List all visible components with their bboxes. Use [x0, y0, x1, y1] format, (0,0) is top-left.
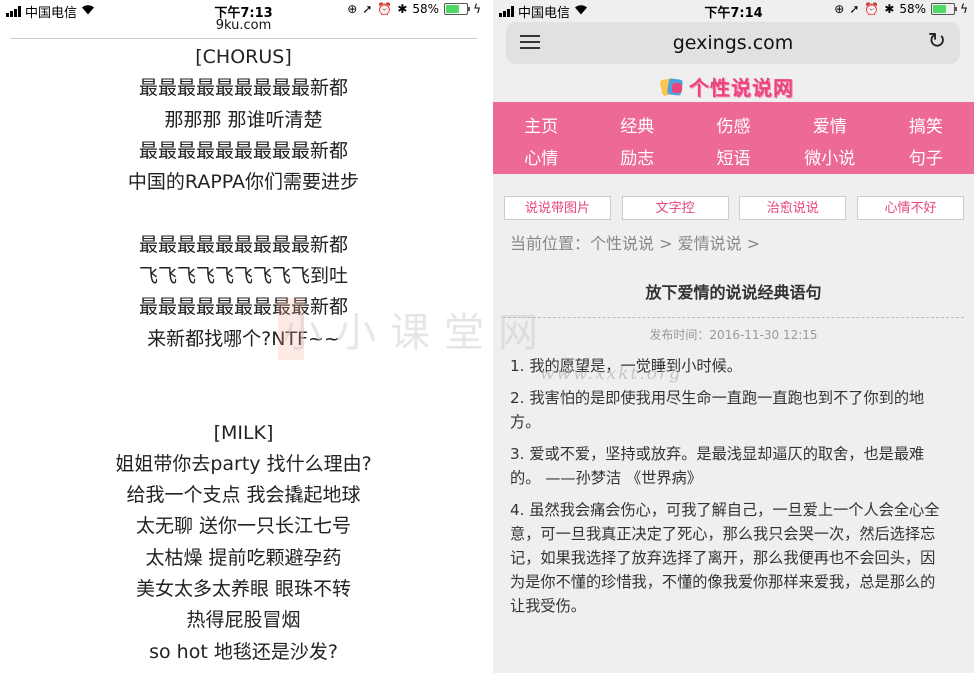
bluetooth-icon: ✱	[397, 2, 408, 16]
lyric-line: [MILK]	[213, 421, 274, 444]
site-header: 个性说说网	[493, 68, 974, 102]
publish-date: 发布时间：2016-11-30 12:15	[649, 328, 818, 342]
nav-row-1: 主页 经典 伤感 爱情 搞笑	[493, 108, 974, 140]
lyric-line: 给我一个支点 我会撬起地球	[126, 484, 361, 507]
lyrics-content: [CHORUS] 最最最最最最最最最新都 那那那 那谁听清楚 最最最最最最最最最新都中…	[0, 39, 487, 668]
address-bar[interactable]: gexings.com ↻	[506, 22, 960, 64]
article-paragraph: 2. 我害怕的是即使我用尽生命一直跑一直跑也到不了你到的地方。	[510, 389, 925, 431]
site-name: 个性说说网	[689, 76, 794, 100]
article-body: 1. 我的愿望是，一觉睡到小时候。 2. 我害怕的是即使我用尽生命一直跑一直跑也到…	[510, 354, 950, 618]
status-bar: 中国电信 下午7:13 ⊕ ➚ ⏰ ✱ 58% ϟ	[0, 0, 487, 21]
charging-icon: ϟ	[473, 2, 481, 16]
nav-item[interactable]: 微小说	[782, 144, 878, 169]
reload-icon[interactable]: ↻	[928, 29, 946, 54]
nav-item[interactable]: 句子	[878, 144, 974, 169]
breadcrumb: 当前位置：个性说说 > 爱情说说 >	[510, 234, 761, 253]
left-screen: 中国电信 下午7:13 ⊕ ➚ ⏰ ✱ 58% ϟ 9ku.com [CHORU…	[0, 0, 487, 673]
lyric-line: 最最最最最最最最最新都	[138, 233, 348, 256]
alarm-icon: ⏰	[864, 2, 880, 16]
lyric-blank	[0, 198, 487, 229]
article-paragraph: 3. 爱或不爱，坚持或放弃。是最浅显却逼仄的取舍，也是最难的。 ——孙梦洁 《世…	[510, 445, 925, 487]
nav-item[interactable]: 主页	[493, 112, 589, 137]
lyric-blank	[0, 355, 487, 386]
lyric-line: 最最最最最最最最最新都	[138, 139, 348, 162]
lyric-line: 太无聊 送你一只长江七号	[135, 515, 352, 538]
lyric-line: 最最最最最最最最最新都	[138, 296, 348, 319]
right-screen: 中国电信 下午7:14 ⊕ ➚ ⏰ ✱ 58% ϟ gexings.com ↻	[493, 0, 974, 673]
location-icon: ➚	[849, 2, 860, 16]
lyric-line: 美女太多太养眼 眼珠不转	[135, 578, 352, 601]
watermark-block	[278, 298, 304, 360]
lyric-line: 来新都找哪个?NTF~~	[147, 327, 340, 350]
tag-button[interactable]: 心情不好	[856, 196, 964, 220]
lock-rotation-icon: ⊕	[347, 2, 358, 16]
url-label[interactable]: 9ku.com	[0, 18, 487, 38]
nav-item[interactable]: 经典	[589, 112, 685, 137]
address-domain[interactable]: gexings.com	[506, 32, 960, 54]
alarm-icon: ⏰	[377, 2, 393, 16]
tag-button[interactable]: 说说带图片	[504, 196, 611, 220]
tag-button[interactable]: 治愈说说	[739, 196, 847, 220]
status-bar: 中国电信 下午7:14 ⊕ ➚ ⏰ ✱ 58% ϟ	[493, 0, 974, 21]
article-title: 放下爱情的说说经典语句	[645, 283, 822, 302]
bluetooth-icon: ✱	[884, 2, 895, 16]
battery-percent: 58%	[899, 2, 927, 16]
tag-button[interactable]: 文字控	[621, 196, 729, 220]
battery-percent: 58%	[412, 2, 440, 16]
battery-icon	[444, 3, 471, 15]
lyric-line: so hot 地毯还是沙发?	[149, 640, 338, 663]
logo-icon	[659, 77, 687, 97]
nav-row-2: 心情 励志 短语 微小说 句子	[493, 140, 974, 172]
nav-item[interactable]: 励志	[589, 144, 685, 169]
tag-bar: 说说带图片 文字控 治愈说说 心情不好	[493, 196, 974, 220]
charging-icon: ϟ	[960, 2, 968, 16]
lyric-line: 热得屁股冒烟	[186, 609, 301, 632]
site-logo[interactable]: 个性说说网	[659, 72, 794, 101]
lyric-line: 最最最最最最最最最新都	[138, 77, 348, 100]
location-icon: ➚	[362, 2, 373, 16]
nav-item[interactable]: 搞笑	[878, 112, 974, 137]
nav-item[interactable]: 爱情	[782, 112, 878, 137]
lyric-line: 那那那 那谁听清楚	[164, 108, 323, 131]
lyric-blank	[0, 386, 487, 417]
nav-item[interactable]: 心情	[493, 144, 589, 169]
lyric-line: 太枯燥 提前吃颗避孕药	[145, 546, 342, 569]
category-nav: 主页 经典 伤感 爱情 搞笑 心情 励志 短语 微小说 句子	[493, 102, 974, 174]
lyric-line: [CHORUS]	[195, 46, 292, 68]
watermark-url: www.xxkt.org	[540, 364, 682, 384]
nav-item[interactable]: 短语	[685, 144, 781, 169]
lyric-line: 姐姐带你去party 找什么理由?	[115, 452, 372, 475]
lyric-line: 中国的RAPPA你们需要进步	[127, 171, 360, 194]
nav-item[interactable]: 伤感	[685, 112, 781, 137]
article-paragraph: 4. 虽然我会痛会伤心，可我了解自己，一旦爱上一个人会全心全意，可一旦我真正决定…	[510, 501, 940, 615]
battery-icon	[931, 3, 958, 15]
lock-rotation-icon: ⊕	[834, 2, 845, 16]
divider	[503, 317, 964, 318]
lyric-line: 飞飞飞飞飞飞飞飞飞到吐	[138, 265, 348, 288]
